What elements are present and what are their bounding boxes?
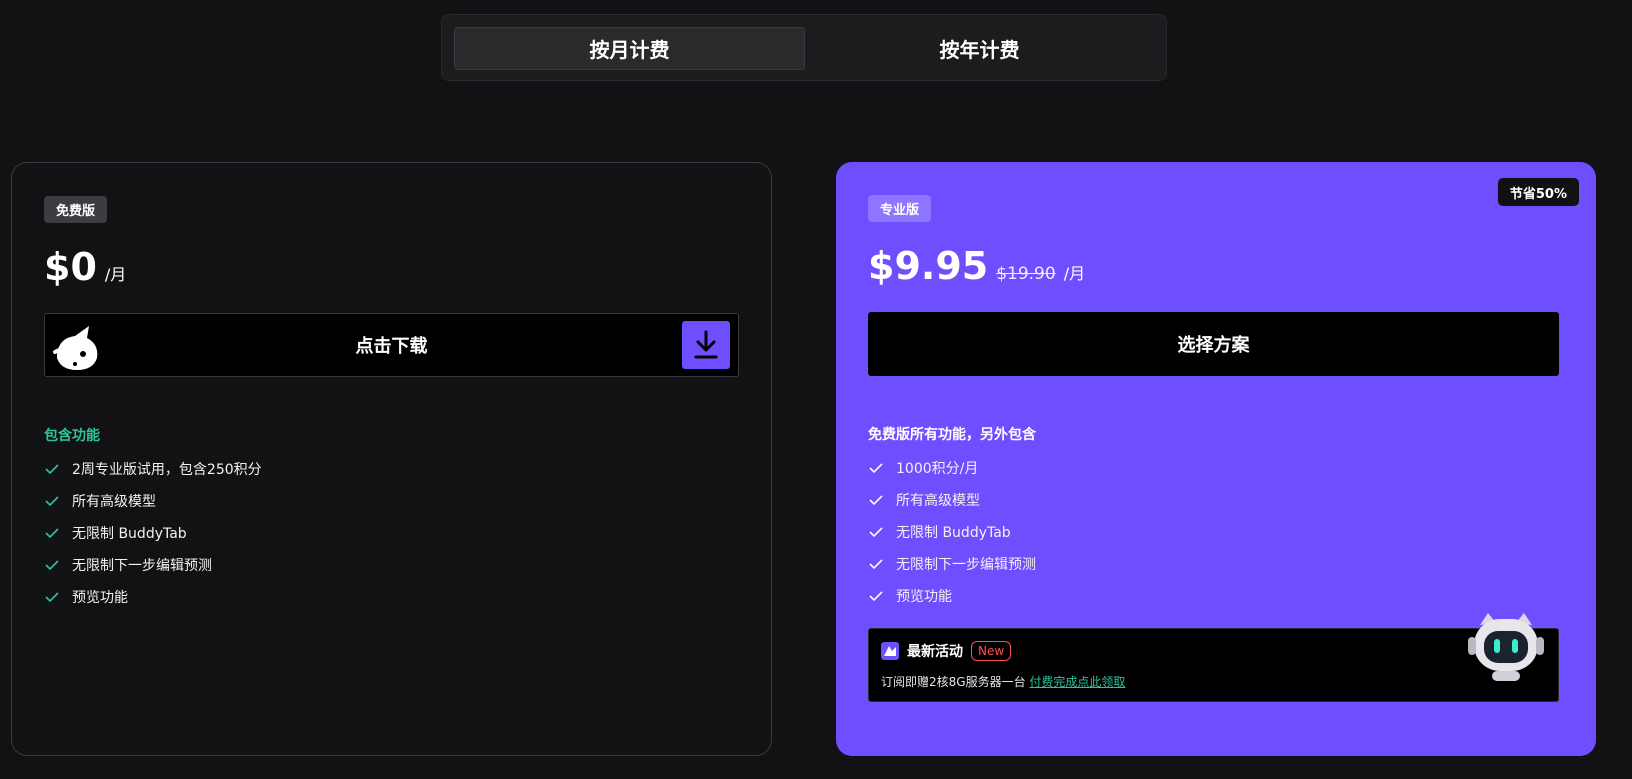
list-item: 2周专业版试用，包含250积分 <box>44 453 262 485</box>
price: $0 <box>44 245 97 289</box>
feature-text: 无限制下一步编辑预测 <box>896 557 1036 573</box>
list-item: 所有高级模型 <box>868 484 1036 516</box>
list-item: 所有高级模型 <box>44 485 262 517</box>
promo-title: 最新活动 <box>907 644 963 660</box>
features-title: 包含功能 <box>44 428 100 444</box>
check-icon <box>868 492 884 508</box>
feature-text: 2周专业版试用，包含250积分 <box>72 462 262 478</box>
feature-text: 所有高级模型 <box>896 493 980 509</box>
download-icon[interactable] <box>682 321 730 369</box>
select-plan-button[interactable]: 选择方案 <box>868 312 1559 376</box>
app-logo-icon <box>881 642 899 660</box>
claim-link[interactable]: 付费完成点此领取 <box>1029 675 1125 689</box>
check-icon <box>868 556 884 572</box>
check-icon <box>44 493 60 509</box>
list-item: 无限制下一步编辑预测 <box>868 548 1036 580</box>
robot-mascot-icon <box>1464 611 1548 683</box>
promo-banner: 最新活动 New 订阅即赠2核8G服务器一台 付费完成点此领取 <box>868 613 1559 702</box>
list-item: 无限制 BuddyTab <box>44 517 262 549</box>
price: $9.95 <box>868 244 989 288</box>
download-label: 点击下载 <box>355 336 428 357</box>
feature-text: 1000积分/月 <box>896 461 979 477</box>
plan-badge: 免费版 <box>44 196 108 223</box>
price-row: $9.95 $19.90 /月 <box>868 244 1085 288</box>
tab-yearly[interactable]: 按年计费 <box>805 27 1154 70</box>
list-item: 无限制下一步编辑预测 <box>44 549 262 581</box>
billing-toggle: 按月计费 按年计费 <box>441 14 1167 81</box>
free-plan-card: 免费版 $0 /月 点击下载 包含功能 2周专业版试用，包含250积分 所有高级… <box>11 162 772 756</box>
check-icon <box>44 589 60 605</box>
original-price: $19.90 <box>996 264 1056 284</box>
feature-text: 所有高级模型 <box>72 494 156 510</box>
price-period: /月 <box>1063 264 1086 283</box>
list-item: 无限制 BuddyTab <box>868 516 1036 548</box>
feature-text: 无限制 BuddyTab <box>72 526 187 542</box>
check-icon <box>868 524 884 540</box>
new-badge: New <box>971 641 1012 661</box>
feature-text: 无限制下一步编辑预测 <box>72 558 212 574</box>
list-item: 预览功能 <box>868 580 1036 612</box>
feature-text: 预览功能 <box>72 590 128 606</box>
pro-plan-card: 专业版 节省50% $9.95 $19.90 /月 选择方案 免费版所有功能，另… <box>836 162 1596 756</box>
features-title: 免费版所有功能，另外包含 <box>868 427 1036 443</box>
list-item: 1000积分/月 <box>868 452 1036 484</box>
features-list: 1000积分/月 所有高级模型 无限制 BuddyTab 无限制下一步编辑预测 … <box>868 452 1036 612</box>
tab-monthly[interactable]: 按月计费 <box>454 27 805 70</box>
price-period: /月 <box>104 265 127 284</box>
price-row: $0 /月 <box>44 245 126 289</box>
download-button[interactable]: 点击下载 <box>44 313 739 377</box>
discount-badge: 节省50% <box>1497 178 1579 206</box>
feature-text: 无限制 BuddyTab <box>896 525 1011 541</box>
features-list: 2周专业版试用，包含250积分 所有高级模型 无限制 BuddyTab 无限制下… <box>44 453 262 613</box>
list-item: 预览功能 <box>44 581 262 613</box>
check-icon <box>44 557 60 573</box>
promo-header: 最新活动 New <box>881 641 1012 661</box>
cat-mascot-icon <box>53 324 103 372</box>
plan-badge: 专业版 <box>868 195 932 222</box>
feature-text: 预览功能 <box>896 589 952 605</box>
check-icon <box>868 460 884 476</box>
check-icon <box>868 588 884 604</box>
promo-description: 订阅即赠2核8G服务器一台 <box>881 675 1026 689</box>
check-icon <box>44 525 60 541</box>
promo-text: 订阅即赠2核8G服务器一台 付费完成点此领取 <box>881 673 1125 690</box>
check-icon <box>44 461 60 477</box>
